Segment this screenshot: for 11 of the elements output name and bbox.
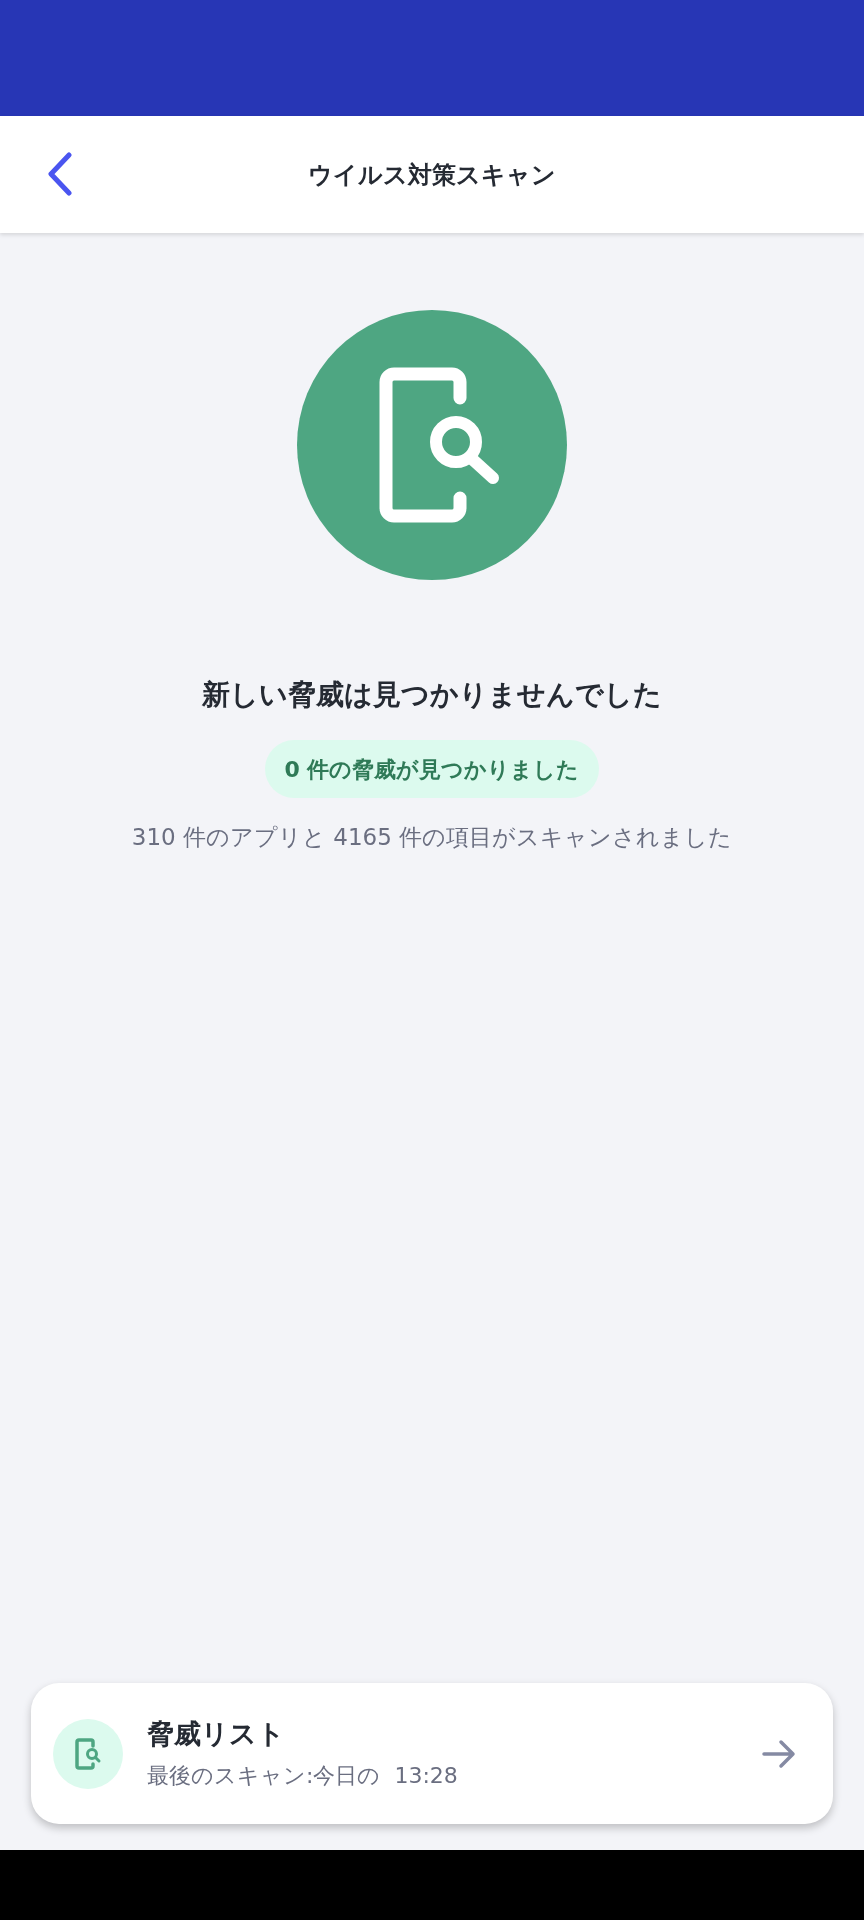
result-title: 新しい脅威は見つかりませんでした bbox=[202, 677, 662, 713]
phone-search-icon bbox=[297, 310, 567, 580]
screen-title: ウイルス対策スキャン bbox=[308, 159, 556, 191]
scan-summary: 310 件のアプリと 4165 件の項目がスキャンされました bbox=[131, 823, 733, 852]
arrow-right-icon bbox=[761, 1738, 797, 1769]
phone-search-icon bbox=[53, 1718, 123, 1789]
last-scan-text: 最後のスキャン:今日の 13:28 bbox=[147, 1765, 459, 1787]
back-icon bbox=[47, 152, 73, 196]
threat-list-card[interactable]: 脅威リスト 最後のスキャン:今日の 13:28 bbox=[31, 1683, 833, 1824]
threat-count-badge: 0 件の脅威が見つかりました bbox=[264, 740, 600, 798]
card-title: 脅威リスト bbox=[147, 1720, 286, 1747]
